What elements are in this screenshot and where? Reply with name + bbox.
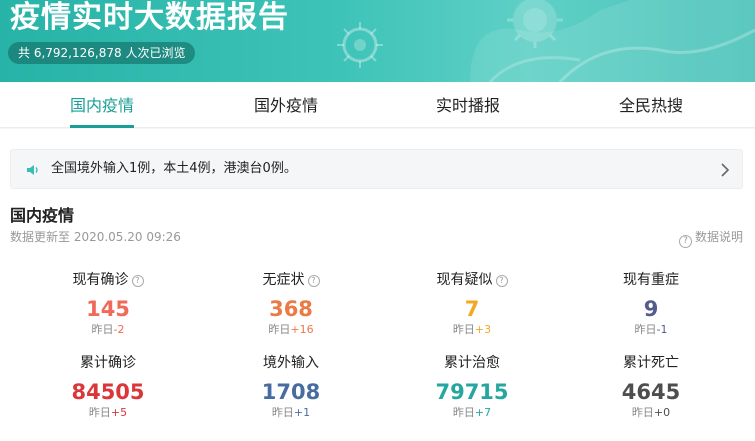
stat-delta: 昨日-1 bbox=[557, 323, 745, 337]
stat-label: 现有疑似? bbox=[378, 271, 566, 289]
stat-delta-value: +3 bbox=[474, 323, 492, 336]
stat-value: 4645 bbox=[621, 380, 681, 404]
stat-label: 无症状? bbox=[197, 271, 385, 289]
stat-value: 1708 bbox=[261, 380, 321, 404]
stat-card: 无症状? 368 昨日+16 bbox=[197, 271, 385, 337]
stat-delta-value: +5 bbox=[110, 406, 128, 419]
stat-delta-prefix: 昨日 bbox=[452, 406, 475, 419]
stat-label: 现有重症 bbox=[557, 271, 745, 289]
stat-card: 现有重症 9 昨日-1 bbox=[557, 271, 745, 337]
tab-domestic[interactable]: 国内疫情 bbox=[70, 82, 135, 128]
stat-label-text: 累计死亡 bbox=[623, 355, 679, 371]
stat-card: 境外输入 1708 昨日+1 bbox=[197, 354, 385, 420]
stat-card: 累计确诊 84505 昨日+5 bbox=[14, 354, 202, 420]
stat-delta-value: +0 bbox=[653, 406, 671, 419]
stat-label-text: 现有确诊 bbox=[72, 272, 129, 288]
banner: 疫情实时大数据报告 共 6,792,126,878 人次已浏览 bbox=[0, 0, 755, 82]
stat-label: 现有确诊? bbox=[14, 271, 202, 289]
stat-value: 145 bbox=[86, 297, 130, 321]
help-icon[interactable]: ? bbox=[495, 275, 508, 287]
stat-delta: 昨日-2 bbox=[14, 323, 202, 337]
help-icon[interactable]: ? bbox=[131, 275, 144, 287]
stat-value: 84505 bbox=[71, 380, 145, 404]
stat-card: 现有疑似? 7 昨日+3 bbox=[378, 271, 566, 337]
view-count-prefix: 共 bbox=[18, 46, 34, 60]
stat-delta-prefix: 昨日 bbox=[268, 323, 291, 336]
data-note-link[interactable]: ? 数据说明 bbox=[678, 228, 743, 248]
stat-delta-value: +1 bbox=[293, 406, 311, 419]
data-note-label: 数据说明 bbox=[694, 230, 743, 244]
section-title: 国内疫情 bbox=[10, 206, 75, 225]
stat-value: 7 bbox=[464, 297, 480, 321]
stat-label-text: 现有重症 bbox=[623, 272, 679, 288]
stat-value: 79715 bbox=[435, 380, 509, 404]
stat-card: 现有确诊? 145 昨日-2 bbox=[14, 271, 202, 337]
stat-delta: 昨日+1 bbox=[197, 406, 385, 420]
stat-value: 9 bbox=[643, 297, 659, 321]
stat-delta-prefix: 昨日 bbox=[271, 406, 294, 419]
stat-label-text: 境外输入 bbox=[263, 355, 319, 371]
stat-delta-prefix: 昨日 bbox=[91, 323, 114, 336]
stat-label-text: 无症状 bbox=[262, 272, 305, 288]
tab-trending-search[interactable]: 全民热搜 bbox=[619, 82, 683, 128]
page-title: 疫情实时大数据报告 bbox=[10, 0, 289, 35]
stat-label: 累计确诊 bbox=[14, 354, 202, 372]
notice-text: 全国境外输入1例，本土4例，港澳台0例。 bbox=[51, 161, 297, 176]
stat-delta: 昨日+5 bbox=[14, 406, 202, 420]
tab-live-broadcast[interactable]: 实时播报 bbox=[436, 82, 500, 128]
main-content: 全国境外输入1例，本土4例，港澳台0例。 国内疫情 数据更新至 2020.05.… bbox=[0, 129, 755, 441]
stat-delta-prefix: 昨日 bbox=[631, 406, 654, 419]
stat-label-text: 现有疑似 bbox=[436, 272, 493, 288]
stat-label: 累计死亡 bbox=[557, 354, 745, 372]
stat-label: 累计治愈 bbox=[378, 354, 566, 372]
stat-label: 境外输入 bbox=[197, 354, 385, 372]
stat-delta: 昨日+3 bbox=[378, 323, 566, 337]
tab-bar: 国内疫情 国外疫情 实时播报 全民热搜 bbox=[0, 82, 755, 128]
help-icon[interactable]: ? bbox=[307, 275, 320, 287]
stat-delta-prefix: 昨日 bbox=[88, 406, 111, 419]
stat-delta-prefix: 昨日 bbox=[634, 323, 657, 336]
view-count-suffix: 人次已浏览 bbox=[121, 46, 186, 60]
update-timestamp: 数据更新至 2020.05.20 09:26 bbox=[10, 230, 181, 244]
view-count-value: 6,792,126,878 bbox=[33, 46, 122, 60]
stat-delta: 昨日+0 bbox=[557, 406, 745, 420]
speaker-icon bbox=[27, 165, 38, 175]
stat-delta-value: -2 bbox=[113, 323, 125, 336]
stat-delta-value: +16 bbox=[290, 323, 314, 336]
tab-international[interactable]: 国外疫情 bbox=[254, 82, 318, 128]
stat-delta: 昨日+7 bbox=[378, 406, 566, 420]
stat-label-text: 累计确诊 bbox=[80, 355, 136, 371]
stat-delta-value: +7 bbox=[474, 406, 492, 419]
stat-card: 累计治愈 79715 昨日+7 bbox=[378, 354, 566, 420]
help-icon: ? bbox=[678, 235, 692, 248]
stat-delta-prefix: 昨日 bbox=[452, 323, 475, 336]
view-count-badge: 共 6,792,126,878 人次已浏览 bbox=[8, 42, 196, 64]
stat-delta-value: -1 bbox=[656, 323, 668, 336]
stat-card: 累计死亡 4645 昨日+0 bbox=[557, 354, 745, 420]
notice-bar[interactable]: 全国境外输入1例，本土4例，港澳台0例。 bbox=[10, 149, 743, 189]
stat-value: 368 bbox=[269, 297, 313, 321]
chevron-right-icon bbox=[721, 163, 730, 177]
stat-delta: 昨日+16 bbox=[197, 323, 385, 337]
stat-label-text: 累计治愈 bbox=[444, 355, 500, 371]
